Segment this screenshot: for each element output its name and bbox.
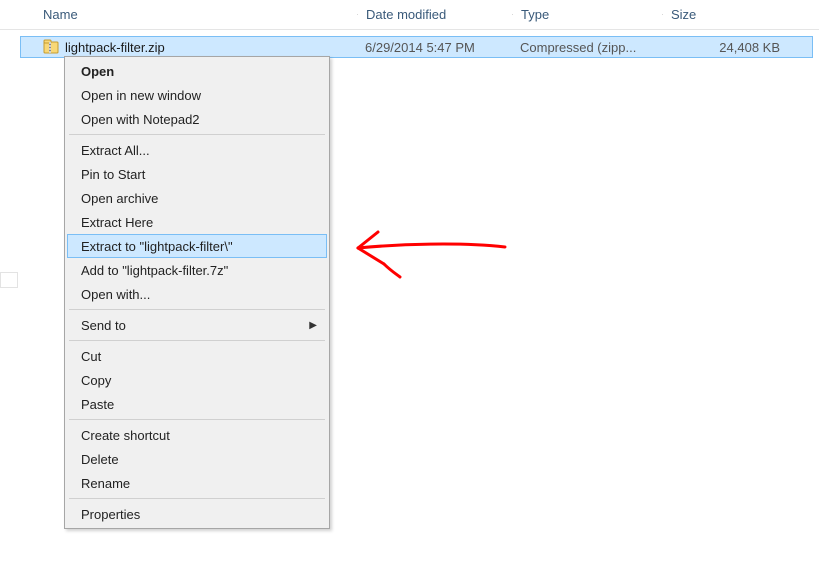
menu-item-label: Add to "lightpack-filter.7z" <box>81 263 317 278</box>
menu-item-create-shortcut[interactable]: Create shortcut <box>67 423 327 447</box>
menu-item-label: Send to <box>81 318 309 333</box>
menu-item-open-with[interactable]: Open with... <box>67 282 327 306</box>
column-header-type-label: Type <box>521 7 549 22</box>
menu-item-open-notepad2[interactable]: Open with Notepad2 <box>67 107 327 131</box>
menu-item-label: Create shortcut <box>81 428 317 443</box>
column-header-row: Name Date modified Type Size <box>0 0 819 30</box>
menu-item-send-to[interactable]: Send to ▶ <box>67 313 327 337</box>
menu-item-delete[interactable]: Delete <box>67 447 327 471</box>
menu-item-label: Open <box>81 64 317 79</box>
file-size-cell: 24,408 KB <box>662 40 812 55</box>
menu-item-label: Extract Here <box>81 215 317 230</box>
file-name-cell: lightpack-filter.zip <box>21 39 357 55</box>
file-list: lightpack-filter.zip 6/29/2014 5:47 PM C… <box>0 30 819 58</box>
menu-item-label: Cut <box>81 349 317 364</box>
zip-file-icon <box>43 39 59 55</box>
menu-item-label: Open archive <box>81 191 317 206</box>
menu-item-label: Open with Notepad2 <box>81 112 317 127</box>
menu-item-properties[interactable]: Properties <box>67 502 327 526</box>
menu-separator <box>69 134 325 135</box>
column-header-type[interactable]: Type <box>513 7 663 22</box>
menu-item-label: Delete <box>81 452 317 467</box>
menu-item-label: Properties <box>81 507 317 522</box>
menu-separator <box>69 498 325 499</box>
stray-panel <box>0 272 18 288</box>
menu-item-extract-all[interactable]: Extract All... <box>67 138 327 162</box>
menu-separator <box>69 419 325 420</box>
menu-item-copy[interactable]: Copy <box>67 368 327 392</box>
menu-item-label: Open in new window <box>81 88 317 103</box>
column-header-name-label: Name <box>43 7 78 22</box>
menu-item-label: Extract All... <box>81 143 317 158</box>
menu-item-label: Pin to Start <box>81 167 317 182</box>
column-header-size-label: Size <box>671 7 696 22</box>
annotation-arrow-icon <box>340 222 520 282</box>
menu-item-label: Paste <box>81 397 317 412</box>
file-name-text: lightpack-filter.zip <box>65 40 165 55</box>
menu-separator <box>69 309 325 310</box>
file-row[interactable]: lightpack-filter.zip 6/29/2014 5:47 PM C… <box>20 36 813 58</box>
menu-item-cut[interactable]: Cut <box>67 344 327 368</box>
menu-item-extract-to-folder[interactable]: Extract to "lightpack-filter\" <box>67 234 327 258</box>
menu-item-add-to-7z[interactable]: Add to "lightpack-filter.7z" <box>67 258 327 282</box>
chevron-right-icon: ▶ <box>309 320 317 331</box>
column-header-size[interactable]: Size <box>663 7 819 22</box>
menu-item-paste[interactable]: Paste <box>67 392 327 416</box>
menu-item-open[interactable]: Open <box>67 59 327 83</box>
menu-item-label: Rename <box>81 476 317 491</box>
column-header-date-label: Date modified <box>366 7 446 22</box>
menu-item-open-new-window[interactable]: Open in new window <box>67 83 327 107</box>
menu-item-label: Copy <box>81 373 317 388</box>
context-menu: Open Open in new window Open with Notepa… <box>64 56 330 529</box>
menu-item-extract-here[interactable]: Extract Here <box>67 210 327 234</box>
menu-item-open-archive[interactable]: Open archive <box>67 186 327 210</box>
menu-item-label: Extract to "lightpack-filter\" <box>81 239 317 254</box>
menu-separator <box>69 340 325 341</box>
file-date-cell: 6/29/2014 5:47 PM <box>357 40 512 55</box>
menu-item-pin-to-start[interactable]: Pin to Start <box>67 162 327 186</box>
column-header-date[interactable]: Date modified <box>358 7 513 22</box>
menu-item-label: Open with... <box>81 287 317 302</box>
column-header-name[interactable]: Name <box>0 7 358 22</box>
file-type-cell: Compressed (zipp... <box>512 40 662 55</box>
menu-item-rename[interactable]: Rename <box>67 471 327 495</box>
